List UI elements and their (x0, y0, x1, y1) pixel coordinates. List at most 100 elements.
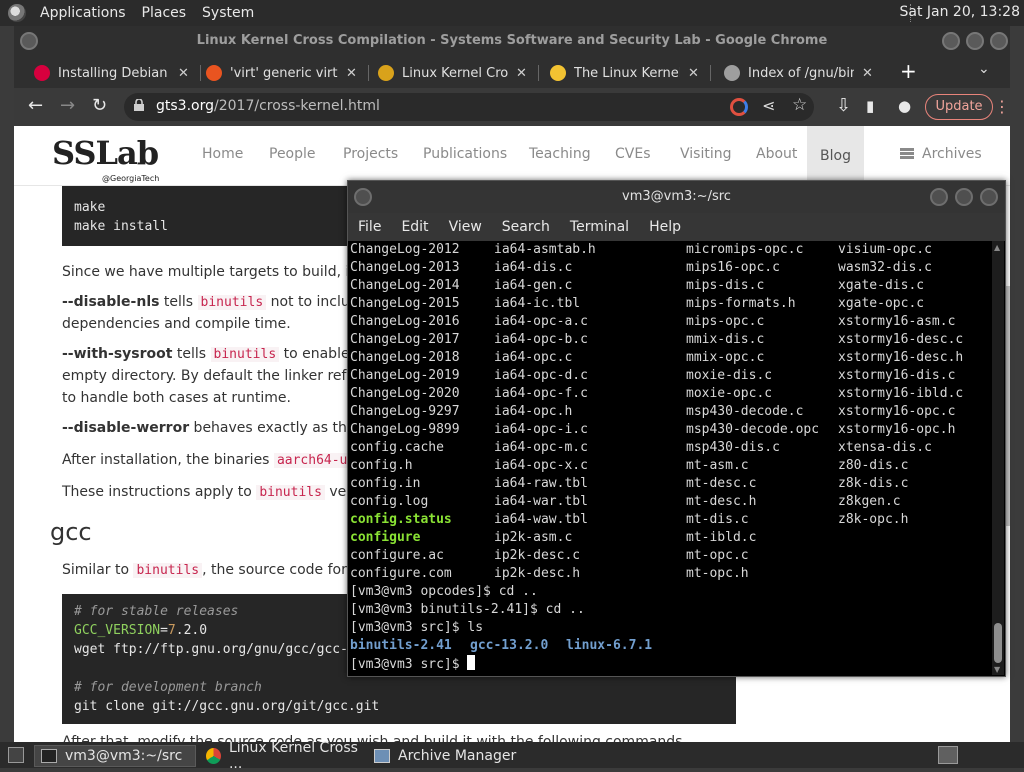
file-entry: ChangeLog-2018 (350, 350, 460, 365)
file-entry: z8k-opc.h (838, 512, 909, 527)
terminal-line: [vm3@vm3 src]$ ls (350, 620, 484, 635)
paragraph-line: empty directory. By default the linker r… (62, 368, 389, 384)
nav-cves[interactable]: CVEs (615, 146, 651, 162)
menu-search[interactable]: Search (492, 219, 560, 235)
google-icon[interactable] (730, 98, 748, 116)
maximize-button[interactable] (955, 188, 973, 206)
extension-icon[interactable]: ⇩ (836, 96, 851, 116)
file-entry: mt-ibld.c (686, 530, 757, 545)
menu-terminal[interactable]: Terminal (560, 219, 639, 235)
window-menu-button[interactable] (354, 188, 372, 206)
tab-close-icon[interactable]: ✕ (688, 66, 699, 81)
file-entry: mips16-opc.c (686, 260, 780, 275)
side-panel-icon[interactable]: ▮ (866, 96, 874, 116)
tab-qemu-virt[interactable]: 'virt' generic virtual pl ✕ (200, 59, 369, 87)
nav-publications[interactable]: Publications (423, 146, 507, 162)
nav-home[interactable]: Home (202, 146, 243, 162)
nav-projects[interactable]: Projects (343, 146, 398, 162)
file-entry: xstormy16-ibld.c (838, 386, 964, 401)
tab-kernel-archives[interactable]: The Linux Kernel Archives ✕ (544, 59, 711, 87)
ls-row: ChangeLog-2016 ia64-opc-a.c mips-opc.c xsto… (350, 313, 990, 331)
text: , the source code for (202, 562, 352, 578)
tab-close-icon[interactable]: ✕ (346, 66, 357, 81)
paragraph-with-sysroot: --with-sysroot tells binutils to enable … (62, 344, 383, 365)
tab-close-icon[interactable]: ✕ (862, 66, 873, 81)
show-desktop-icon[interactable] (8, 747, 24, 763)
maximize-button[interactable] (966, 32, 984, 50)
url-text[interactable]: gts3.org/2017/cross-kernel.html (156, 98, 380, 114)
ls-row: ChangeLog-2012 ia64-asmtab.h micromips-opc… (350, 241, 990, 259)
dir-entry: linux-6.7.1 (566, 638, 653, 653)
tab-search-chevron-icon[interactable]: ⌄ (978, 61, 990, 77)
forward-icon[interactable]: → (60, 96, 75, 116)
ls-row: config.in ia64-raw.tbl mt-desc.c z8k-dis.c (350, 475, 990, 493)
close-window-button[interactable] (980, 188, 998, 206)
scroll-up-icon[interactable]: ▲ (994, 243, 1000, 252)
places-menu[interactable]: Places (134, 5, 195, 21)
update-button[interactable]: Update ⋮ (925, 94, 1010, 120)
menu-file[interactable]: File (348, 219, 391, 235)
window-title: Linux Kernel Cross Compilation - Systems… (196, 33, 828, 48)
nav-blog[interactable]: Blog (807, 126, 864, 186)
file-entry: xstormy16-desc.h (838, 350, 964, 365)
new-tab-button[interactable]: + (900, 59, 917, 83)
scrollbar-thumb[interactable] (994, 623, 1002, 663)
file-entry: mips-dis.c (686, 278, 765, 293)
terminal-titlebar[interactable]: vm3@vm3:~/src (348, 181, 1005, 213)
tab-close-icon[interactable]: ✕ (178, 66, 189, 81)
code-variable: GCC_VERSION (74, 623, 161, 638)
inline-code: binutils (210, 347, 280, 362)
chrome-icon (206, 748, 221, 764)
menu-help[interactable]: Help (639, 219, 691, 235)
profile-icon[interactable]: ● (898, 96, 911, 116)
debian-logo-icon[interactable] (8, 4, 26, 22)
system-menu[interactable]: System (194, 5, 262, 21)
tab-debian[interactable]: Installing Debian with ✕ (28, 59, 201, 87)
file-entry: micromips-opc.c (686, 242, 804, 257)
applications-menu[interactable]: Applications (32, 5, 134, 21)
reload-icon[interactable]: ↻ (92, 96, 107, 116)
minimize-button[interactable] (930, 188, 948, 206)
chrome-titlebar[interactable]: Linux Kernel Cross Compilation - Systems… (14, 26, 1010, 56)
tab-linux-kernel-cross[interactable]: Linux Kernel Cross Com ✕ (372, 59, 539, 87)
nav-about[interactable]: About (756, 146, 797, 162)
nav-visiting[interactable]: Visiting (680, 146, 731, 162)
file-entry: mt-opc.h (686, 566, 749, 581)
site-navbar: SSLab @GeorgiaTech Home People Projects … (14, 126, 1010, 186)
back-icon[interactable]: ← (28, 96, 43, 116)
code-line: git clone git://gcc.gnu.org/git/gcc.git (74, 699, 380, 714)
window-menu-button[interactable] (20, 32, 38, 50)
nav-archives[interactable]: Archives (900, 146, 982, 162)
code-text: .2.0 (175, 623, 208, 638)
option-name: --disable-werror (62, 420, 190, 436)
inline-code: binutils (133, 563, 203, 578)
ls-row: config.cache ia64-opc-m.c msp430-dis.c xten… (350, 439, 990, 457)
task-terminal[interactable]: vm3@vm3:~/src (34, 745, 196, 767)
task-chrome[interactable]: Linux Kernel Cross ... (206, 740, 366, 772)
qemu-favicon-icon (206, 65, 222, 81)
clock[interactable]: Sat Jan 20, 13:28 (900, 4, 1021, 20)
workspace-switcher[interactable] (938, 746, 958, 764)
share-icon[interactable]: ⋖ (762, 96, 775, 115)
lock-icon[interactable] (134, 99, 144, 111)
address-bar[interactable]: gts3.org/2017/cross-kernel.html ⋖ ☆ (124, 93, 814, 121)
menu-view[interactable]: View (439, 219, 492, 235)
menu-edit[interactable]: Edit (391, 219, 438, 235)
tab-label: 'virt' generic virtual pl (230, 65, 338, 81)
close-window-button[interactable] (990, 32, 1008, 50)
star-icon[interactable]: ☆ (792, 95, 807, 115)
scroll-down-icon[interactable]: ▼ (994, 665, 1000, 674)
sslab-logo[interactable]: SSLab @GeorgiaTech (52, 134, 159, 183)
nav-teaching[interactable]: Teaching (529, 146, 591, 162)
terminal-output[interactable]: ChangeLog-2012 ia64-asmtab.h micromips-opc… (350, 241, 990, 675)
ls-listing: ChangeLog-2012 ia64-asmtab.h micromips-opc… (350, 241, 990, 583)
tab-gnu-binutils[interactable]: Index of /gnu/binutils ✕ (718, 59, 873, 87)
menu-icon[interactable]: ⋮ (994, 95, 1010, 119)
terminal-scrollbar[interactable]: ▲ ▼ (992, 241, 1004, 675)
nav-people[interactable]: People (269, 146, 316, 162)
tab-close-icon[interactable]: ✕ (516, 66, 527, 81)
code-block-make: make make install (62, 186, 362, 246)
minimize-button[interactable] (942, 32, 960, 50)
task-archive-manager[interactable]: Archive Manager (374, 745, 524, 767)
tab-divider (367, 65, 369, 81)
